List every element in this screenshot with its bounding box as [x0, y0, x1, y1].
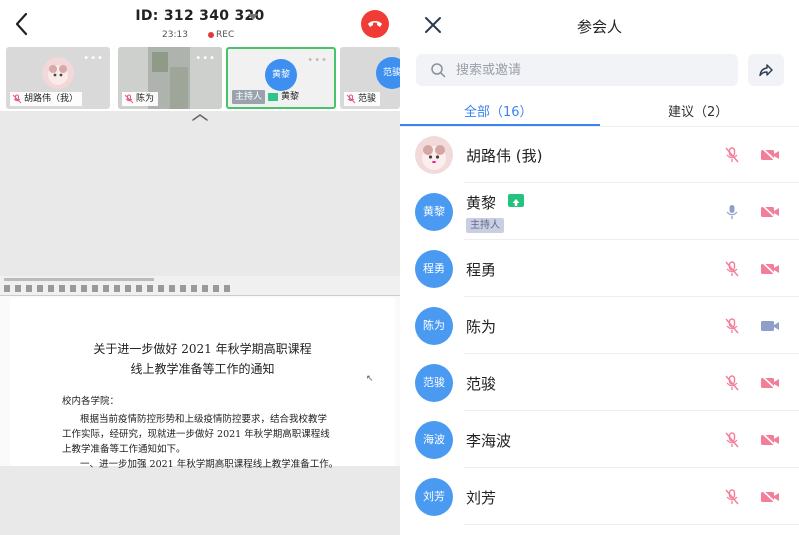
avatar: 海波: [415, 421, 453, 459]
share-arrow-icon: [759, 64, 773, 77]
avatar: 范骏: [415, 364, 453, 402]
more-dots-icon[interactable]: •••: [307, 55, 328, 66]
document-text-line: 一、进一步加强 2021 年秋学期高职课程线上教学准备工作。: [80, 459, 339, 470]
mic-on-icon[interactable]: [723, 203, 741, 221]
recording-dot-icon: [208, 32, 214, 38]
avatar: 刘芳: [415, 478, 453, 516]
participant-row[interactable]: 范骏 范骏: [400, 354, 799, 411]
more-dots-icon[interactable]: •••: [83, 53, 104, 64]
video-tile-fanjun[interactable]: 范骏 范骏: [340, 47, 400, 109]
participant-row[interactable]: 程勇 程勇: [400, 240, 799, 297]
avatar: 陈为: [415, 307, 453, 345]
document-toolbar: [0, 276, 400, 296]
camera-off-icon[interactable]: [760, 375, 780, 391]
tile-name: 胡路伟（我）: [24, 94, 79, 104]
participants-panel: 参会人 全部（16） 建议（2） 胡路伟 (我): [400, 0, 799, 535]
tile-label: 陈为: [122, 92, 159, 106]
participant-name: 胡路伟 (我): [466, 147, 543, 165]
mic-muted-icon[interactable]: [723, 260, 741, 278]
toolbar-icons: [4, 285, 234, 292]
more-dots-icon[interactable]: •••: [195, 53, 216, 64]
chevron-down-icon[interactable]: [248, 14, 258, 20]
meeting-view: ID: 312 340 320 23:13 REC ••• 胡路伟（我） •••…: [0, 0, 400, 535]
row-divider: [464, 524, 799, 525]
tile-label: 范骏: [344, 92, 381, 106]
app-root: ID: 312 340 320 23:13 REC ••• 胡路伟（我） •••…: [0, 0, 799, 535]
document-page: 关于进一步做好 2021 年秋学期高职课程 线上教学准备等工作的通知 校内各学院…: [10, 298, 395, 470]
document-text-line: 上教学准备等工作通知如下。: [62, 444, 186, 455]
avatar: 黄黎: [265, 59, 297, 91]
screen-share-icon: [268, 93, 279, 101]
meeting-topbar: ID: 312 340 320 23:13 REC: [0, 0, 400, 45]
mic-muted-icon: [12, 94, 22, 104]
host-badge: 主持人: [466, 218, 504, 233]
participant-row[interactable]: 刘芳 刘芳: [400, 468, 799, 525]
camera-off-icon[interactable]: [760, 204, 780, 220]
video-tile-self[interactable]: ••• 胡路伟（我）: [6, 47, 110, 109]
document-title-line1: 关于进一步做好 2021 年秋学期高职课程: [93, 342, 312, 356]
camera-off-icon[interactable]: [760, 261, 780, 277]
invite-share-button[interactable]: [748, 54, 784, 86]
participant-row[interactable]: 胡路伟 (我): [400, 126, 799, 183]
shared-screen[interactable]: 关于进一步做好 2021 年秋学期高职课程 线上教学准备等工作的通知 校内各学院…: [0, 276, 400, 470]
hang-up-button[interactable]: [361, 10, 389, 38]
search-box[interactable]: [416, 54, 738, 86]
panel-title: 参会人: [576, 18, 622, 36]
participant-name: 黄黎: [466, 194, 497, 212]
participant-row[interactable]: 陈为 陈为: [400, 297, 799, 354]
back-arrow-icon[interactable]: [10, 10, 34, 38]
participant-name: 范骏: [466, 375, 497, 393]
document-greeting: 校内各学院：: [62, 396, 120, 407]
toolbar-titlebar: [4, 278, 154, 281]
mic-muted-icon[interactable]: [723, 488, 741, 506]
avatar-photo: [42, 57, 74, 89]
mic-muted-icon: [346, 94, 356, 104]
meeting-timer: 23:13: [162, 30, 188, 40]
recording-label: REC: [216, 30, 235, 40]
mic-muted-icon: [124, 94, 134, 104]
participant-row[interactable]: 黄黎 黄黎 主持人: [400, 183, 799, 240]
participant-name: 刘芳: [466, 489, 497, 507]
camera-off-icon[interactable]: [760, 432, 780, 448]
tile-name: 范骏: [358, 94, 377, 104]
document-text-line: 根据当前疫情防控形势和上级疫情防控要求，结合我校教学: [80, 414, 328, 425]
participant-name: 陈为: [466, 318, 497, 336]
mouse-cursor-icon: ↖: [366, 374, 374, 384]
video-tile-host[interactable]: 黄黎 ••• 主持人 黄黎: [226, 47, 336, 109]
participant-name: 李海波: [466, 432, 512, 450]
video-thumbnail-strip: ••• 胡路伟（我） ••• 陈为 黄黎 ••• 主持人 黄黎 范骏 范骏: [0, 45, 400, 111]
camera-off-icon[interactable]: [760, 147, 780, 163]
participant-name: 程勇: [466, 261, 497, 279]
phone-hangup-icon: [368, 21, 382, 27]
mic-muted-icon[interactable]: [723, 374, 741, 392]
camera-on-icon[interactable]: [760, 318, 780, 334]
avatar: [415, 136, 453, 174]
document-text-line: 工作实际，经研究，现就进一步做好 2021 年秋学期高职课程线: [62, 429, 330, 440]
document-title-line2: 线上教学准备等工作的通知: [130, 362, 275, 376]
avatar: 黄黎: [415, 193, 453, 231]
chevron-up-icon[interactable]: [190, 112, 210, 122]
video-tile-chenwei[interactable]: ••• 陈为: [118, 47, 222, 109]
host-tag: 主持人: [232, 90, 266, 104]
tab-suggested[interactable]: 建议（2）: [668, 101, 728, 120]
participant-row[interactable]: 海波 李海波: [400, 411, 799, 468]
avatar: 范骏: [376, 57, 400, 89]
tile-label: 胡路伟（我）: [10, 92, 83, 106]
search-input[interactable]: [456, 60, 726, 80]
avatar: 程勇: [415, 250, 453, 288]
search-icon: [431, 63, 446, 78]
tile-name: 陈为: [136, 94, 155, 104]
tab-all[interactable]: 全部（16）: [464, 101, 533, 120]
camera-off-icon[interactable]: [760, 489, 780, 505]
mic-muted-icon[interactable]: [723, 317, 741, 335]
tile-name: 黄黎: [281, 92, 300, 102]
tile-label: 主持人 黄黎: [230, 90, 303, 104]
mic-muted-icon[interactable]: [723, 431, 741, 449]
mic-muted-icon[interactable]: [723, 146, 741, 164]
screen-share-icon: [508, 194, 524, 207]
